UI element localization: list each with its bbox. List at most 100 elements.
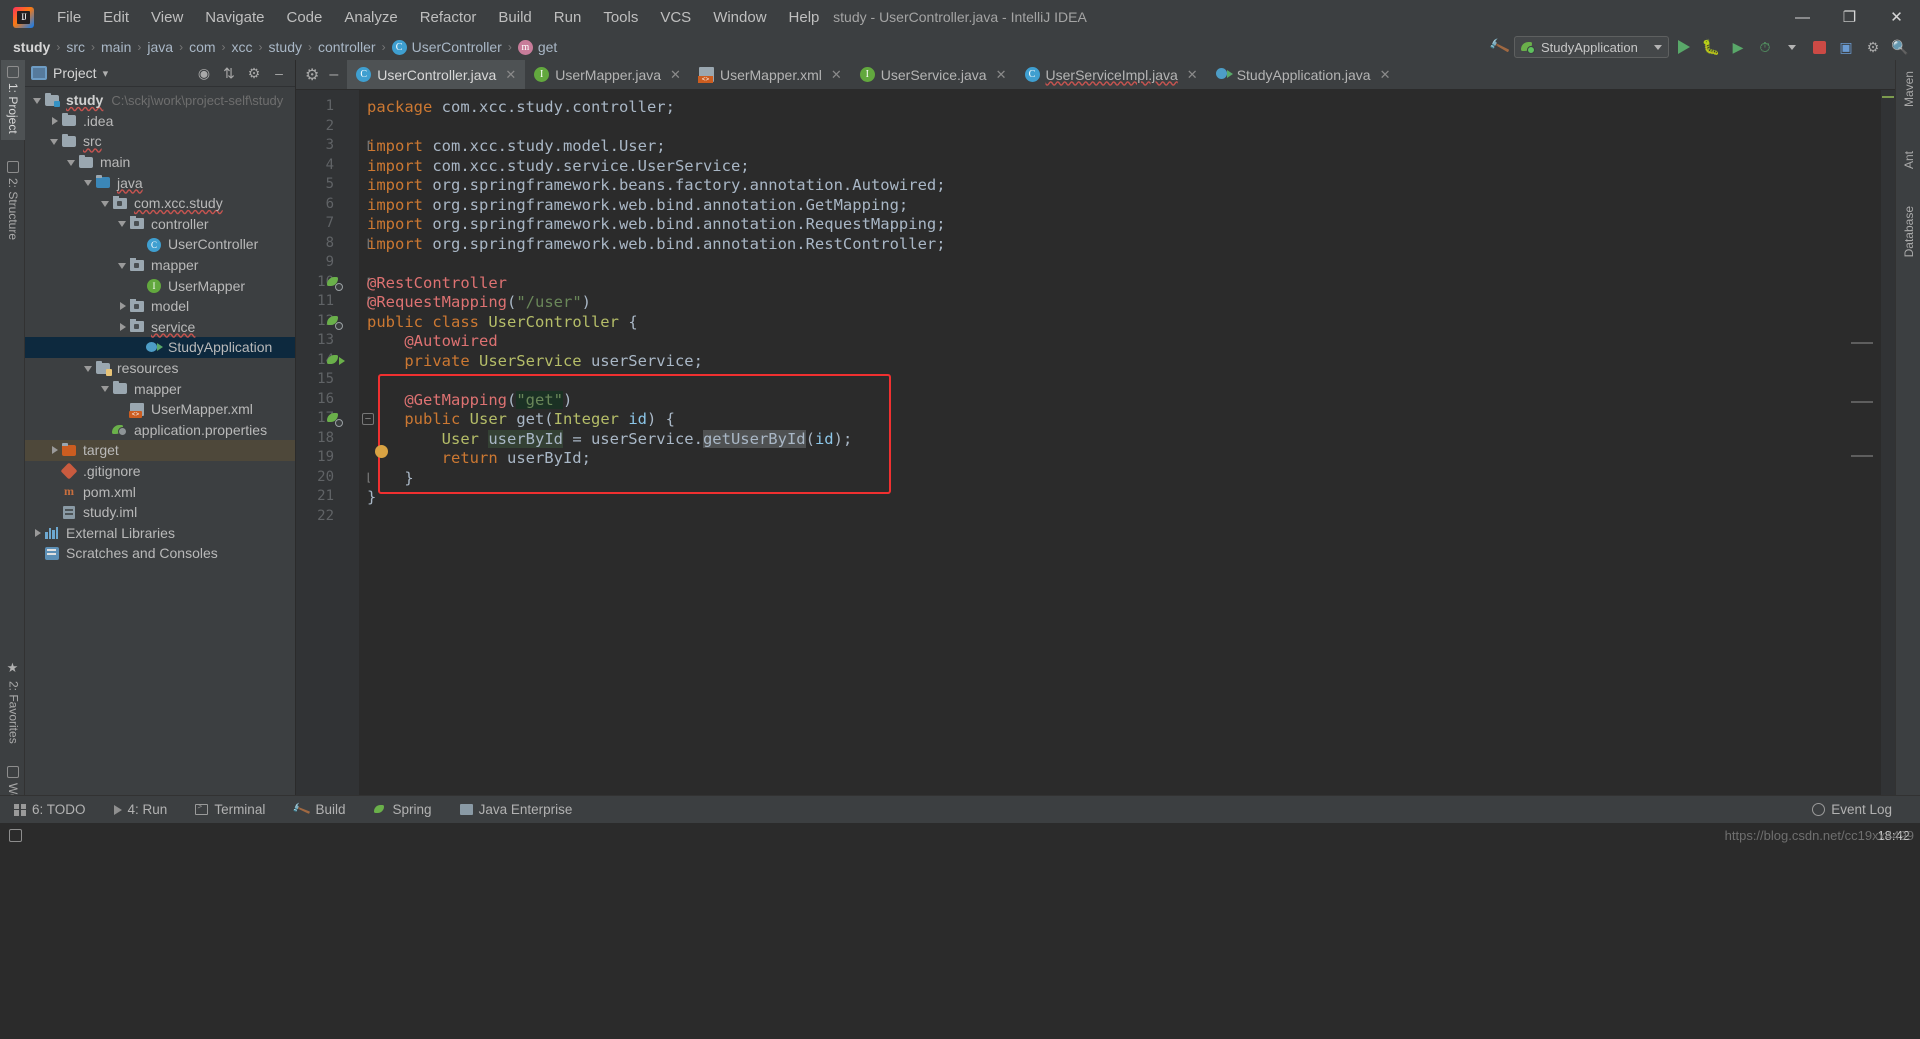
menu-item-window[interactable]: Window [702, 6, 777, 29]
menu-item-analyze[interactable]: Analyze [333, 6, 408, 29]
editor-tab[interactable]: C UserServiceImpl.java ✕ [1016, 60, 1207, 89]
editor-tab[interactable]: I UserService.java ✕ [851, 60, 1016, 89]
rail-tab-structure[interactable]: 2: Structure [1, 155, 25, 246]
breadcrumb-item-get[interactable]: m get [515, 39, 560, 55]
tree-toggle-open-icon[interactable] [48, 135, 61, 148]
settings-icon[interactable]: ⚙ [305, 65, 319, 85]
editor-gutter[interactable]: 1 2 3 4 5 6 7 8 9 10 11 12 13 14 15 16 17 18 19 20 21 22 [296, 90, 359, 795]
tree-row[interactable]: java [25, 172, 295, 193]
close-tab-icon[interactable]: ✕ [505, 67, 516, 83]
chevron-down-icon[interactable] [1780, 36, 1804, 58]
tree-row[interactable]: External Libraries [25, 522, 295, 543]
breadcrumb-item-xcc[interactable]: xcc [229, 39, 256, 55]
tree-toggle-closed-icon[interactable] [31, 526, 44, 539]
tree-row[interactable]: mapper [25, 378, 295, 399]
bottom-item-build[interactable]: 🔨 Build [279, 799, 359, 819]
rail-tab-favorites[interactable]: ★ 2: Favorites [1, 655, 26, 750]
tree-toggle-open-icon[interactable] [82, 362, 95, 375]
breadcrumb-item-controller[interactable]: controller [315, 39, 379, 55]
menu-item-refactor[interactable]: Refactor [409, 6, 488, 29]
code-line[interactable]: private UserService userService; [367, 352, 703, 372]
run-with-coverage-button[interactable]: ▶ [1726, 36, 1750, 58]
show-tool-windows-icon[interactable] [9, 829, 22, 842]
close-tab-icon[interactable]: ✕ [996, 67, 1007, 83]
code-line[interactable]: package com.xcc.study.controller; [367, 98, 675, 118]
tree-row[interactable]: model [25, 296, 295, 317]
menu-item-code[interactable]: Code [275, 6, 333, 29]
bottom-item-run[interactable]: 4: Run [100, 802, 182, 817]
menu-item-help[interactable]: Help [778, 6, 831, 29]
tree-row[interactable]: resources [25, 358, 295, 379]
breadcrumb-item-main[interactable]: main [98, 39, 134, 55]
menu-item-navigate[interactable]: Navigate [194, 6, 275, 29]
tree-row[interactable]: service [25, 317, 295, 338]
hide-icon[interactable]: – [271, 65, 287, 81]
breadcrumb-item-com[interactable]: com [186, 39, 218, 55]
tree-row[interactable]: StudyApplication [25, 337, 295, 358]
tree-row[interactable]: mapper [25, 255, 295, 276]
breadcrumb-item-study-pkg[interactable]: study [266, 39, 305, 55]
event-log-button[interactable]: Event Log [1798, 802, 1906, 817]
close-button[interactable]: ✕ [1873, 0, 1920, 34]
code-line[interactable]: import org.springframework.web.bind.anno… [367, 235, 946, 255]
tree-toggle-closed-icon[interactable] [48, 114, 61, 127]
code-line[interactable]: @GetMapping("get") [367, 390, 572, 411]
tree-toggle-open-icon[interactable] [82, 176, 95, 189]
rail-tab-ant[interactable]: Ant [1897, 145, 1920, 175]
menu-item-build[interactable]: Build [487, 6, 542, 29]
code-line[interactable]: import com.xcc.study.service.UserService… [367, 157, 750, 177]
menu-item-run[interactable]: Run [543, 6, 593, 29]
tree-row[interactable]: study C:\sckj\work\project-self\study [25, 90, 295, 111]
bottom-item-spring[interactable]: Spring [360, 802, 446, 817]
tree-toggle-closed-icon[interactable] [48, 444, 61, 457]
code-line[interactable]: import org.springframework.web.bind.anno… [367, 215, 946, 235]
menu-item-vcs[interactable]: VCS [649, 6, 702, 29]
update-button[interactable]: ▣ [1834, 36, 1858, 58]
tree-row[interactable]: src [25, 131, 295, 152]
menu-item-tools[interactable]: Tools [592, 6, 649, 29]
tree-row[interactable]: m pom.xml [25, 481, 295, 502]
spring-bean-icon[interactable] [327, 275, 343, 291]
breadcrumb-item-src[interactable]: src [63, 39, 88, 55]
error-marker-strip[interactable] [1881, 90, 1895, 795]
chevron-down-icon[interactable]: ▾ [103, 67, 109, 80]
close-tab-icon[interactable]: ✕ [1380, 67, 1391, 83]
code-line[interactable]: public class UserController { [367, 313, 638, 333]
code-line[interactable]: public User get(Integer id) { [367, 410, 675, 430]
tree-row[interactable]: application.properties [25, 420, 295, 441]
tree-row[interactable]: study.iml [25, 502, 295, 523]
code-line[interactable]: @Autowired [367, 332, 497, 352]
code-line[interactable]: User userById = userService.getUserById(… [367, 429, 852, 450]
code-line[interactable]: } [367, 469, 413, 489]
editor-tab[interactable]: I UserMapper.java ✕ [525, 60, 690, 89]
editor-tab[interactable]: StudyApplication.java ✕ [1207, 60, 1400, 89]
debug-button[interactable]: 🐛 [1699, 36, 1723, 58]
stop-button[interactable] [1807, 36, 1831, 58]
tree-toggle-open-icon[interactable] [99, 382, 112, 395]
close-tab-icon[interactable]: ✕ [1187, 67, 1198, 83]
code-line[interactable]: } [367, 488, 376, 508]
collapse-all-icon[interactable]: ⇅ [221, 65, 237, 82]
menu-item-file[interactable]: File [46, 6, 92, 29]
run-configuration-selector[interactable]: StudyApplication [1514, 36, 1669, 58]
tree-toggle-open-icon[interactable] [31, 94, 44, 107]
breadcrumb-item-study[interactable]: study [10, 39, 53, 55]
code-line[interactable]: return userById; [367, 449, 591, 469]
code-line[interactable]: @RequestMapping("/user") [367, 293, 591, 313]
tree-toggle-closed-icon[interactable] [116, 320, 129, 333]
breadcrumb-item-java[interactable]: java [144, 39, 176, 55]
settings-icon[interactable]: ⚙ [246, 65, 262, 82]
code-line[interactable]: import org.springframework.web.bind.anno… [367, 196, 908, 216]
rail-tab-project[interactable]: 1: Project [1, 60, 25, 140]
tree-row[interactable]: C UserController [25, 234, 295, 255]
tree-toggle-closed-icon[interactable] [116, 300, 129, 313]
rail-tab-database[interactable]: Database [1897, 200, 1920, 263]
spring-autowired-icon[interactable] [327, 353, 345, 369]
hide-icon[interactable]: – [329, 66, 338, 84]
intention-bulb-icon[interactable] [375, 445, 388, 458]
breadcrumb-item-usercontroller[interactable]: C UserController [389, 39, 505, 55]
tree-toggle-open-icon[interactable] [99, 197, 112, 210]
editor-tab[interactable]: C UserController.java ✕ [347, 60, 526, 89]
tree-row[interactable]: I UserMapper [25, 275, 295, 296]
search-everywhere-button[interactable]: 🔍 [1888, 36, 1912, 58]
